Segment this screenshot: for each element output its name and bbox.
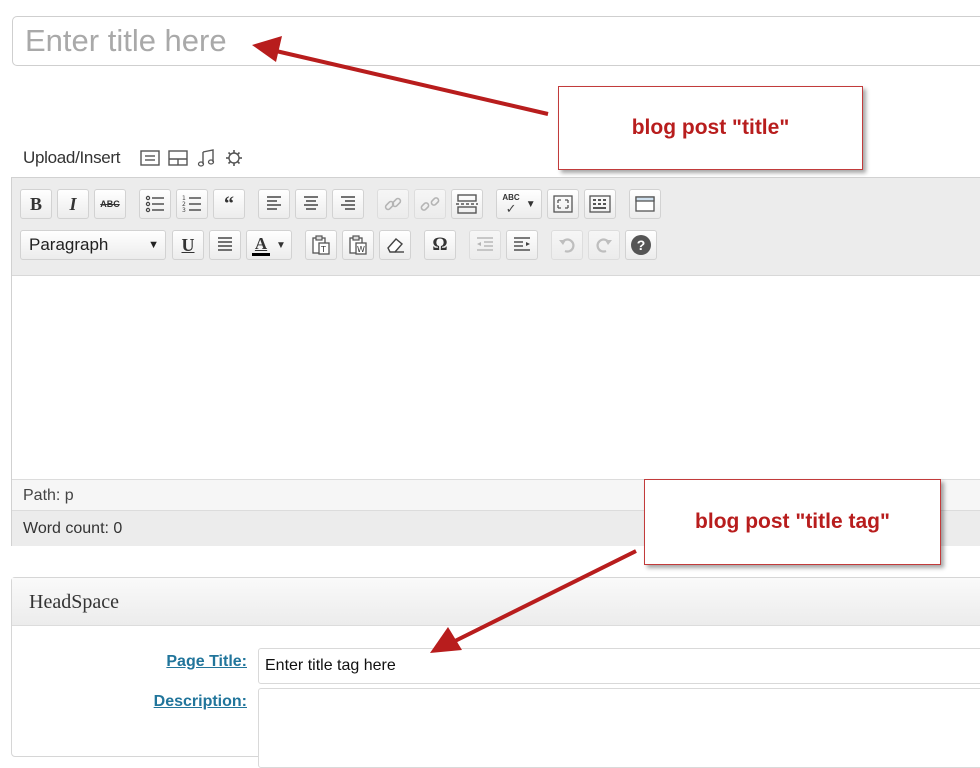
omega-icon: Ω	[432, 234, 448, 255]
headspace-title: HeadSpace	[29, 591, 119, 613]
add-audio-icon[interactable]	[194, 146, 218, 170]
fullscreen-icon	[553, 195, 573, 213]
bold-button[interactable]: B	[20, 189, 52, 219]
post-title-input[interactable]	[12, 16, 980, 66]
italic-button[interactable]: I	[57, 189, 89, 219]
link-icon	[384, 197, 402, 211]
text-color-icon: A	[252, 235, 271, 256]
callout-title-tag-text: blog post "title tag"	[695, 510, 890, 533]
headspace-header[interactable]: HeadSpace	[12, 578, 980, 626]
bold-icon: B	[29, 193, 42, 214]
numbered-list-icon: 123	[182, 195, 201, 213]
add-media-icon[interactable]	[222, 146, 246, 170]
add-video-icon[interactable]	[166, 146, 190, 170]
unlink-button[interactable]	[414, 189, 446, 219]
blockquote-icon: “	[224, 192, 234, 215]
align-left-button[interactable]	[258, 189, 290, 219]
insert-table-button[interactable]	[629, 189, 661, 219]
path-label: Path: p	[23, 487, 74, 504]
svg-text:T: T	[320, 245, 326, 254]
add-image-icon[interactable]	[138, 146, 162, 170]
eraser-icon	[387, 238, 404, 253]
undo-icon	[559, 238, 575, 253]
table-icon	[635, 196, 655, 212]
callout-blog-post-title-tag: blog post "title tag"	[644, 479, 941, 565]
align-left-icon	[267, 196, 281, 210]
paste-text-button[interactable]: T	[305, 230, 337, 260]
kitchen-sink-button[interactable]	[584, 189, 616, 219]
chevron-down-icon: ▼	[148, 239, 159, 251]
text-color-button[interactable]: A ▼	[246, 230, 292, 260]
bulleted-list-icon	[145, 195, 164, 213]
format-select-value: Paragraph	[29, 235, 109, 254]
callout-title-text: blog post "title"	[631, 116, 790, 139]
blockquote-button[interactable]: “	[213, 189, 245, 219]
svg-text:3: 3	[182, 207, 186, 213]
paste-text-icon: T	[312, 235, 330, 255]
insert-link-button[interactable]	[377, 189, 409, 219]
toolbar-row-2: Paragraph ▼ U A ▼ T W Ω ?	[20, 230, 662, 260]
indent-button[interactable]	[506, 230, 538, 260]
paste-word-button[interactable]: W	[342, 230, 374, 260]
strikethrough-button[interactable]: ABC	[94, 189, 126, 219]
special-character-button[interactable]: Ω	[424, 230, 456, 260]
description-label[interactable]: Description:	[112, 693, 247, 711]
justify-icon	[218, 237, 232, 251]
editor-content-area[interactable]	[12, 276, 980, 478]
align-right-button[interactable]	[332, 189, 364, 219]
indent-icon	[514, 237, 530, 251]
page-title-label[interactable]: Page Title:	[112, 653, 247, 671]
headspace-box: HeadSpace Page Title: Description:	[11, 577, 980, 768]
insert-more-button[interactable]	[451, 189, 483, 219]
description-input[interactable]	[258, 688, 980, 768]
media-buttons: Upload/Insert	[23, 146, 250, 170]
outdent-icon	[477, 237, 493, 251]
unlink-icon	[420, 197, 440, 211]
editor-toolbar: B I ABC 123 “ ABC ✓ ▼ Paragraph ▼ U A ▼ …	[12, 178, 980, 276]
spellcheck-icon: ABC ✓	[502, 192, 520, 216]
help-button[interactable]: ?	[625, 230, 657, 260]
format-select[interactable]: Paragraph ▼	[20, 230, 166, 260]
underline-icon: U	[181, 234, 195, 255]
redo-button[interactable]	[588, 230, 620, 260]
upload-insert-label: Upload/Insert	[23, 148, 121, 167]
align-center-button[interactable]	[295, 189, 327, 219]
underline-button[interactable]: U	[172, 230, 204, 260]
outdent-button[interactable]	[469, 230, 501, 260]
callout-blog-post-title: blog post "title"	[558, 86, 863, 170]
clear-formatting-button[interactable]	[379, 230, 411, 260]
dropdown-arrow-icon: ▼	[525, 198, 536, 210]
redo-icon	[596, 238, 612, 253]
italic-icon: I	[69, 193, 77, 214]
toolbar-row-1: B I ABC 123 “ ABC ✓ ▼	[20, 189, 666, 219]
word-count-label: Word count: 0	[23, 520, 123, 537]
align-right-icon	[341, 196, 355, 210]
insert-more-icon	[456, 194, 478, 214]
help-icon: ?	[631, 235, 651, 255]
numbered-list-button[interactable]: 123	[176, 189, 208, 219]
strikethrough-icon: ABC	[100, 199, 120, 209]
undo-button[interactable]	[551, 230, 583, 260]
spellcheck-button[interactable]: ABC ✓ ▼	[496, 189, 542, 219]
justify-button[interactable]	[209, 230, 241, 260]
page-title-input[interactable]	[258, 648, 980, 684]
align-center-icon	[304, 196, 318, 210]
dropdown-arrow-icon: ▼	[276, 239, 286, 251]
kitchen-sink-icon	[589, 195, 611, 213]
bulleted-list-button[interactable]	[139, 189, 171, 219]
svg-text:W: W	[357, 245, 365, 254]
fullscreen-button[interactable]	[547, 189, 579, 219]
paste-word-icon: W	[349, 235, 367, 255]
